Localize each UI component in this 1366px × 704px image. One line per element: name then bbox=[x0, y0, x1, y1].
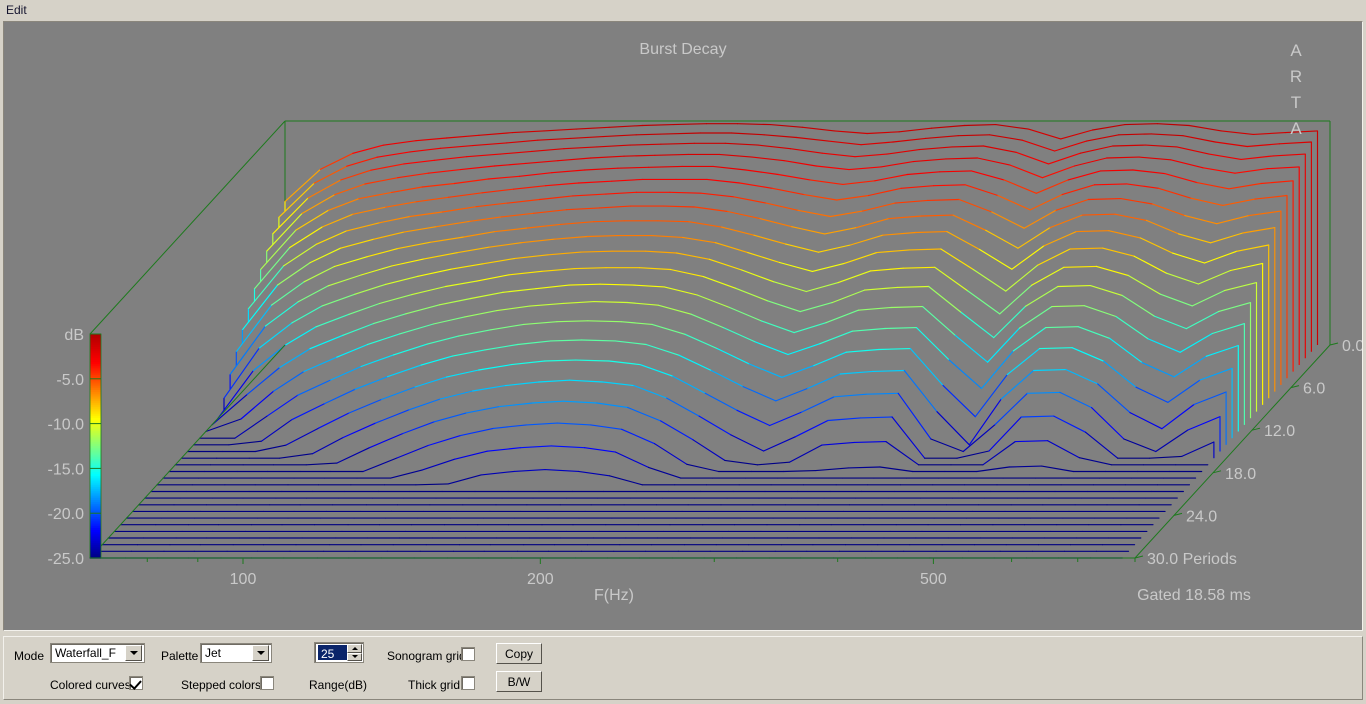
menu-bar: Edit bbox=[0, 0, 1366, 20]
y-tick-label: -15.0 bbox=[48, 461, 85, 478]
bw-button[interactable]: B/W bbox=[496, 671, 542, 692]
control-panel: Mode Waterfall_F Palette Jet 25 Range(dB… bbox=[3, 636, 1363, 700]
colored-curves-label: Colored curves bbox=[50, 678, 131, 692]
y-tick-label: -5.0 bbox=[56, 372, 84, 389]
stepped-colors-label: Stepped colors bbox=[181, 678, 262, 692]
menu-item-edit[interactable]: Edit bbox=[0, 1, 35, 19]
x-tick-label: 500 bbox=[920, 571, 947, 588]
burst-decay-waterfall-plot[interactable]: 100 200 500 F(Hz) Gated 18.58 ms 0.0 6.0 12.0 18… bbox=[4, 22, 1362, 630]
range-label: Range(dB) bbox=[309, 678, 368, 692]
y-tick-label: -25.0 bbox=[48, 551, 85, 568]
z-tick-label: 0.0 bbox=[1342, 338, 1362, 355]
mode-select-value: Waterfall_F bbox=[55, 646, 116, 660]
y-tick-label: -10.0 bbox=[48, 417, 85, 434]
chart-panel: 100 200 500 F(Hz) Gated 18.58 ms 0.0 6.0 12.0 18… bbox=[3, 21, 1363, 631]
x-axis-label: F(Hz) bbox=[594, 587, 634, 604]
palette-label: Palette bbox=[161, 649, 199, 663]
z-tick-label: 12.0 bbox=[1264, 423, 1295, 440]
x-tick-label: 200 bbox=[527, 571, 554, 588]
chart-title: Burst Decay bbox=[639, 41, 726, 58]
stepped-colors-checkbox[interactable] bbox=[260, 676, 274, 690]
y-tick-label: dB bbox=[64, 327, 84, 344]
range-increment-icon[interactable] bbox=[347, 644, 362, 653]
range-spin-buttons[interactable] bbox=[347, 644, 362, 661]
arta-watermark-letter: A bbox=[1290, 119, 1302, 138]
palette-select[interactable]: Jet bbox=[200, 643, 272, 663]
palette-select-value: Jet bbox=[205, 646, 222, 660]
colored-curves-checkbox[interactable] bbox=[129, 676, 143, 690]
z-tick-label: 30.0 Periods bbox=[1147, 551, 1237, 568]
chevron-down-icon[interactable] bbox=[125, 645, 142, 661]
z-tick-label: 6.0 bbox=[1303, 381, 1325, 398]
x-tick-label: 100 bbox=[230, 571, 257, 588]
sonogram-grid-label: Sonogram grid bbox=[387, 649, 466, 663]
range-stepper[interactable]: 25 bbox=[314, 642, 364, 663]
sonogram-grid-checkbox[interactable] bbox=[461, 647, 475, 661]
copy-button[interactable]: Copy bbox=[496, 643, 542, 664]
mode-select[interactable]: Waterfall_F bbox=[50, 643, 145, 663]
thick-grid-checkbox[interactable] bbox=[461, 676, 475, 690]
chart-canvas: 100 200 500 F(Hz) Gated 18.58 ms 0.0 6.0 12.0 18… bbox=[4, 22, 1362, 630]
arta-watermark-letter: R bbox=[1290, 67, 1302, 86]
gated-annotation: Gated 18.58 ms bbox=[1137, 587, 1251, 604]
mode-label: Mode bbox=[14, 649, 45, 663]
arta-watermark-letter: A bbox=[1290, 41, 1302, 60]
range-decrement-icon[interactable] bbox=[347, 652, 362, 661]
chevron-down-icon[interactable] bbox=[252, 645, 269, 661]
arta-watermark-letter: T bbox=[1291, 93, 1301, 112]
z-tick-label: 18.0 bbox=[1225, 466, 1256, 483]
arta-burst-decay-window: Edit 100 200 500 F(Hz) Gated 18.58 ms 0.0 6.0 1… bbox=[0, 0, 1366, 704]
z-tick-label: 24.0 bbox=[1186, 508, 1217, 525]
y-tick-label: -20.0 bbox=[48, 506, 85, 523]
range-value[interactable]: 25 bbox=[318, 645, 347, 661]
thick-grid-label: Thick grid bbox=[408, 678, 461, 692]
